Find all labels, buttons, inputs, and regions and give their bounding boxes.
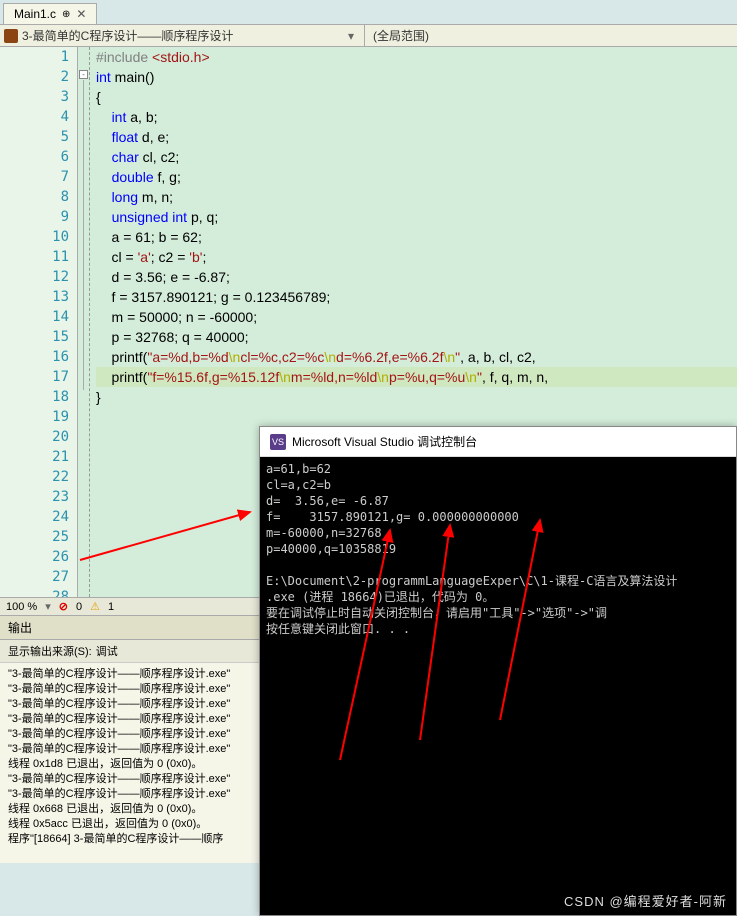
fold-line <box>83 80 84 390</box>
line-number: 24 <box>0 507 77 527</box>
file-tab[interactable]: Main1.c ⊕ ✕ <box>3 3 97 24</box>
zoom-dropdown-icon[interactable]: ▾ <box>45 600 51 613</box>
line-number: 22 <box>0 467 77 487</box>
chevron-down-icon: ▾ <box>342 29 360 43</box>
error-icon[interactable]: ⊘ <box>59 600 68 613</box>
close-icon[interactable]: ✕ <box>76 7 86 21</box>
line-number: 16 <box>0 347 77 367</box>
code-line[interactable]: float d, e; <box>96 127 737 147</box>
line-gutter: 1234567891011121314151617181920212223242… <box>0 47 78 597</box>
line-number: 27 <box>0 567 77 587</box>
code-line[interactable]: int a, b; <box>96 107 737 127</box>
line-number: 21 <box>0 447 77 467</box>
tab-label: Main1.c <box>14 7 56 21</box>
code-line[interactable]: unsigned int p, q; <box>96 207 737 227</box>
line-number: 17 <box>0 367 77 387</box>
line-number: 14 <box>0 307 77 327</box>
fold-margin: - <box>78 47 90 597</box>
line-number: 5 <box>0 127 77 147</box>
code-line[interactable]: } <box>96 387 737 407</box>
line-number: 25 <box>0 527 77 547</box>
console-body[interactable]: a=61,b=62 cl=a,c2=b d= 3.56,e= -6.87 f= … <box>260 457 736 915</box>
code-line[interactable]: d = 3.56; e = -6.87; <box>96 267 737 287</box>
pin-icon[interactable]: ⊕ <box>62 9 70 20</box>
line-number: 13 <box>0 287 77 307</box>
nav-icon <box>4 29 18 43</box>
line-number: 4 <box>0 107 77 127</box>
line-number: 1 <box>0 47 77 67</box>
code-line[interactable]: printf("a=%d,b=%d\ncl=%c,c2=%c\nd=%6.2f,… <box>96 347 737 367</box>
code-line[interactable]: double f, g; <box>96 167 737 187</box>
line-number: 7 <box>0 167 77 187</box>
line-number: 23 <box>0 487 77 507</box>
output-source-value[interactable]: 调试 <box>96 643 118 659</box>
line-number: 6 <box>0 147 77 167</box>
warning-icon[interactable]: ⚠ <box>90 600 100 613</box>
code-line[interactable]: cl = 'a'; c2 = 'b'; <box>96 247 737 267</box>
line-number: 10 <box>0 227 77 247</box>
line-number: 11 <box>0 247 77 267</box>
output-source-label: 显示输出来源(S): <box>8 643 92 659</box>
console-title-text: Microsoft Visual Studio 调试控制台 <box>292 433 477 450</box>
watermark: CSDN @编程爱好者-阿新 <box>564 891 727 910</box>
line-number: 9 <box>0 207 77 227</box>
line-number: 2 <box>0 67 77 87</box>
code-line[interactable] <box>96 407 737 427</box>
context-left-text: 3-最简单的C程序设计——顺序程序设计 <box>22 27 233 44</box>
line-number: 18 <box>0 387 77 407</box>
line-number: 8 <box>0 187 77 207</box>
code-line[interactable]: char cl, c2; <box>96 147 737 167</box>
code-line[interactable]: f = 3157.890121; g = 0.123456789; <box>96 287 737 307</box>
console-titlebar[interactable]: VS Microsoft Visual Studio 调试控制台 <box>260 427 736 457</box>
code-line[interactable]: int main() <box>96 67 737 87</box>
code-line[interactable]: a = 61; b = 62; <box>96 227 737 247</box>
vs-icon: VS <box>270 434 286 450</box>
context-right-dropdown[interactable]: (全局范围) <box>365 25 737 46</box>
tab-bar: Main1.c ⊕ ✕ <box>0 0 737 25</box>
context-bar: 3-最简单的C程序设计——顺序程序设计 ▾ (全局范围) <box>0 25 737 47</box>
line-number: 15 <box>0 327 77 347</box>
code-line[interactable]: p = 32768; q = 40000; <box>96 327 737 347</box>
line-number: 3 <box>0 87 77 107</box>
fold-toggle-icon[interactable]: - <box>79 70 88 79</box>
line-number: 28 <box>0 587 77 597</box>
context-left-dropdown[interactable]: 3-最简单的C程序设计——顺序程序设计 ▾ <box>0 25 365 46</box>
debug-console-window[interactable]: VS Microsoft Visual Studio 调试控制台 a=61,b=… <box>259 426 737 916</box>
code-line[interactable]: { <box>96 87 737 107</box>
line-number: 19 <box>0 407 77 427</box>
code-line[interactable]: #include <stdio.h> <box>96 47 737 67</box>
line-number: 26 <box>0 547 77 567</box>
code-line[interactable]: m = 50000; n = -60000; <box>96 307 737 327</box>
line-number: 20 <box>0 427 77 447</box>
error-count: 0 <box>76 601 82 613</box>
context-right-text: (全局范围) <box>373 27 429 44</box>
code-line[interactable]: printf("f=%15.6f,g=%15.12f\nm=%ld,n=%ld\… <box>96 367 737 387</box>
warning-count: 1 <box>108 601 114 613</box>
code-line[interactable]: long m, n; <box>96 187 737 207</box>
line-number: 12 <box>0 267 77 287</box>
zoom-level[interactable]: 100 % <box>6 601 37 613</box>
